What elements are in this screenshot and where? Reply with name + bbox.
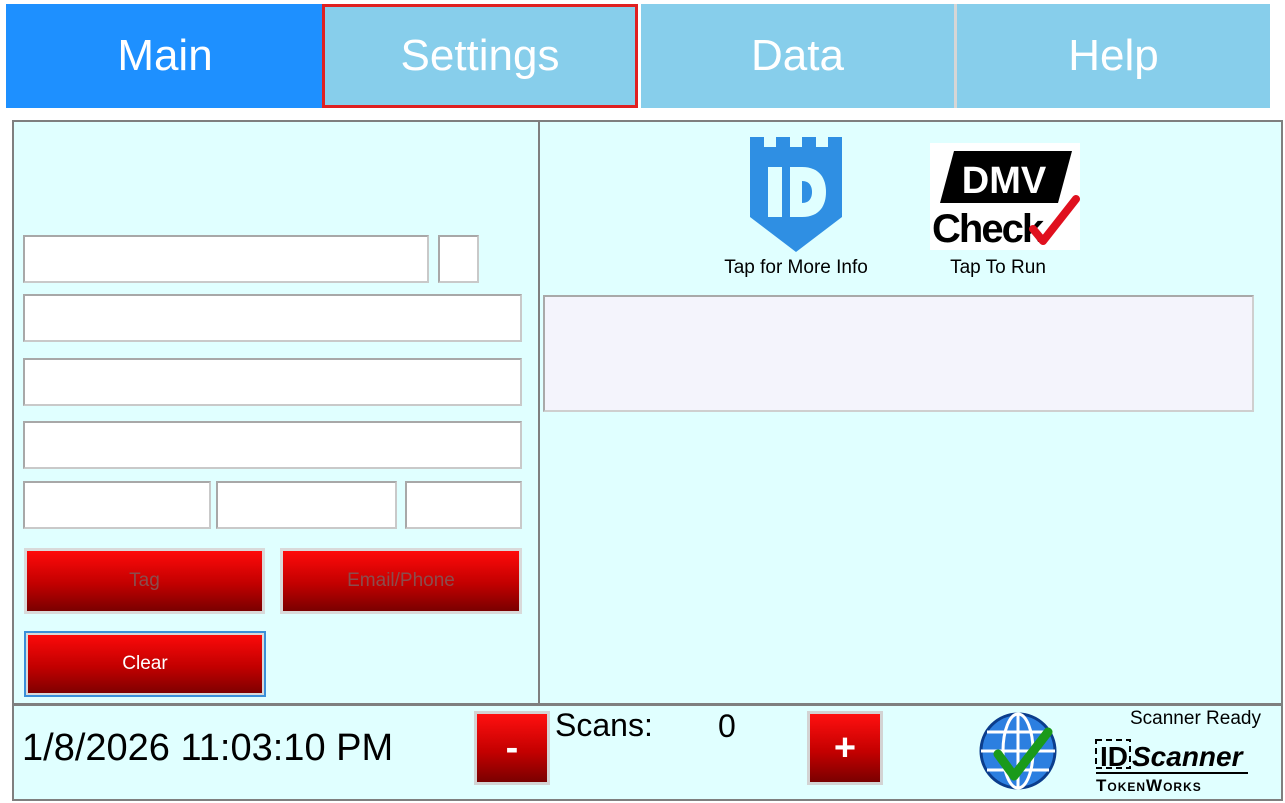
globe-check-icon xyxy=(976,710,1060,792)
city-field[interactable] xyxy=(23,481,211,529)
tab-data[interactable]: Data xyxy=(641,4,954,108)
left-panel xyxy=(13,121,539,705)
zip-field[interactable] xyxy=(405,481,522,529)
dmv-text: DMV xyxy=(962,160,1047,202)
scans-count: 0 xyxy=(718,708,736,744)
address-line2-field[interactable] xyxy=(23,358,522,406)
tag-button[interactable]: Tag xyxy=(24,548,265,614)
scanner-status: Scanner Ready xyxy=(1130,708,1261,729)
address-line3-field[interactable] xyxy=(23,421,522,469)
state-field[interactable] xyxy=(216,481,397,529)
dmv-check-logo-icon[interactable]: DMV Check xyxy=(930,143,1080,251)
scan-increment-button[interactable]: + xyxy=(807,711,883,785)
tab-help[interactable]: Help xyxy=(957,4,1270,108)
scan-decrement-button[interactable]: - xyxy=(474,711,550,785)
id-logo-icon[interactable] xyxy=(750,137,842,252)
tab-settings[interactable]: Settings xyxy=(322,4,638,108)
check-text: Check xyxy=(932,207,1045,250)
clear-button[interactable]: Clear xyxy=(24,631,266,697)
idscanner-brand-logo: ID Scanner TokenWorks xyxy=(1094,736,1254,795)
brand-top-text: Scanner xyxy=(1132,741,1245,772)
address-line1-field[interactable] xyxy=(23,294,522,342)
right-panel xyxy=(540,121,1281,705)
svg-text:ID: ID xyxy=(1100,741,1128,772)
name-field[interactable] xyxy=(23,235,429,283)
results-box xyxy=(543,295,1254,412)
datetime-display: 1/8/2026 11:03:10 PM xyxy=(22,727,394,769)
brand-bottom-text: TokenWorks xyxy=(1096,776,1202,794)
email-phone-button[interactable]: Email/Phone xyxy=(280,548,522,614)
scans-label: Scans: xyxy=(555,707,653,743)
suffix-field[interactable] xyxy=(438,235,479,283)
id-logo-caption: Tap for More Info xyxy=(724,257,868,278)
dmv-logo-caption: Tap To Run xyxy=(950,257,1046,278)
tab-main[interactable]: Main xyxy=(6,4,324,108)
